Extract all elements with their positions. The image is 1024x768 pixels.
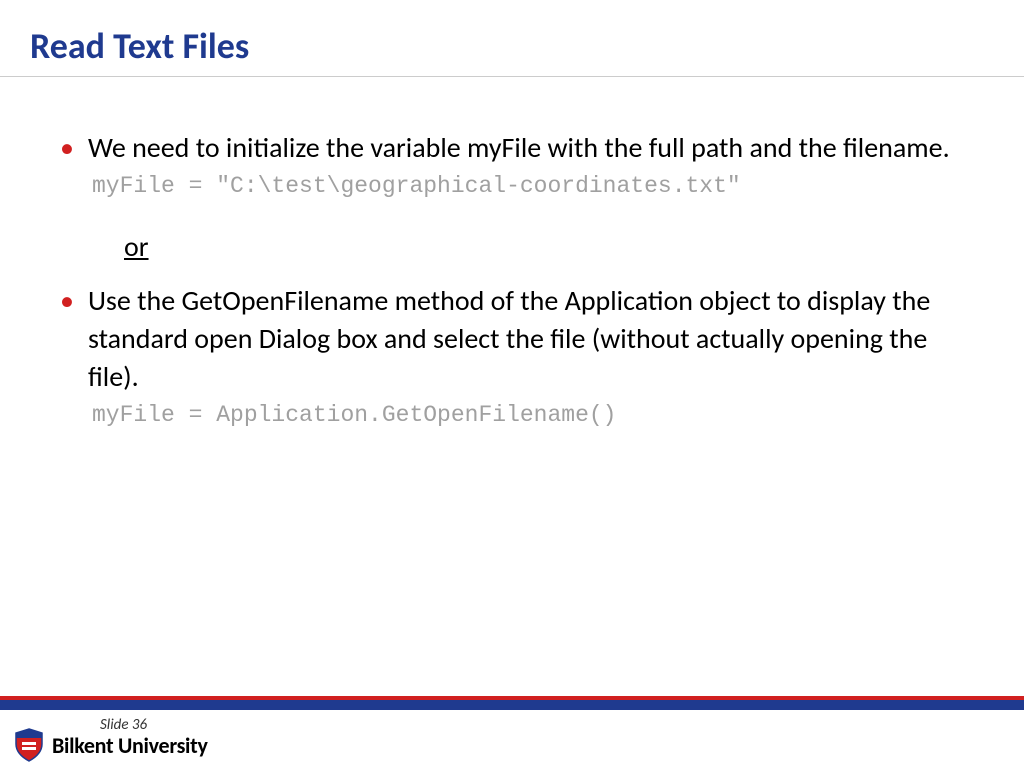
bullet-marker: • [60, 282, 74, 396]
slide-container: Read Text Files • We need to initialize … [0, 0, 1024, 768]
slide-content: • We need to initialize the variable myF… [0, 77, 1024, 768]
university-logo-icon [14, 728, 44, 762]
slide-title: Read Text Files [30, 24, 994, 68]
bullet-1-text: We need to initialize the variable myFil… [88, 129, 950, 167]
code-line-1: myFile = "C:\test\geographical-coordinat… [92, 173, 964, 199]
bullet-item-2: • Use the GetOpenFilename method of the … [60, 282, 964, 396]
slide-footer: Slide 36 Bilkent University [0, 696, 1024, 768]
code-line-2: myFile = Application.GetOpenFilename() [92, 402, 964, 428]
bullet-marker: • [60, 129, 74, 167]
or-separator: or [124, 229, 964, 264]
logo-area: Bilkent University [14, 728, 208, 762]
footer-bar: Slide 36 Bilkent University [0, 710, 1024, 768]
university-name: Bilkent University [52, 732, 208, 759]
bullet-2-text: Use the GetOpenFilename method of the Ap… [88, 282, 964, 396]
footer-stripe [0, 696, 1024, 710]
or-text: or [124, 229, 149, 264]
bullet-item-1: • We need to initialize the variable myF… [60, 129, 964, 167]
slide-header: Read Text Files [0, 0, 1024, 76]
